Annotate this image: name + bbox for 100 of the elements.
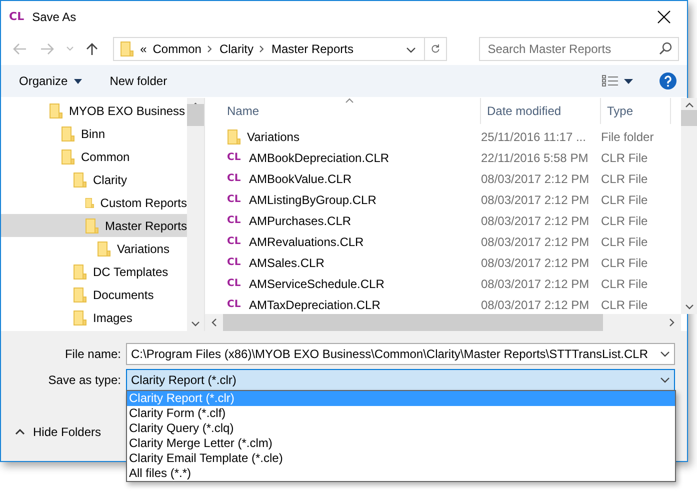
column-header[interactable]: Name (221, 98, 481, 124)
app-logo: CL (9, 10, 24, 23)
chevron-left-icon (211, 318, 217, 327)
folder-tree-item[interactable]: Common (1, 145, 187, 168)
file-type-option[interactable]: Clarity Email Template (*.cle) (127, 451, 675, 466)
file-name[interactable]: AMBookDepreciation.CLR (249, 150, 390, 164)
file-name[interactable]: AMTaxDepreciation.CLR (249, 298, 380, 312)
refresh-icon (430, 42, 440, 55)
caret-icon (624, 78, 633, 84)
column-header[interactable]: Type (601, 98, 671, 124)
folder-icon (49, 102, 63, 118)
new-folder-button[interactable]: New folder (104, 70, 174, 92)
folder-icon (73, 264, 87, 280)
file-type: CLR File (601, 276, 649, 290)
chevron-right-icon (207, 44, 214, 52)
file-type: CLR File (601, 298, 649, 312)
folder-tree-item[interactable]: MYOB EXO Business (1, 99, 187, 122)
breadcrumb[interactable]: Common (152, 42, 202, 56)
chevron-down-icon (660, 377, 670, 383)
file-type: CLR File (601, 150, 649, 164)
file-type: File folder (601, 130, 655, 144)
scrollbar-thumb[interactable] (223, 314, 603, 331)
list-view-icon (602, 75, 618, 87)
folder-tree-item[interactable]: Master Reports (1, 214, 187, 237)
file-name[interactable]: AMListingByGroup.CLR (249, 192, 376, 206)
chevron-down-icon (191, 321, 200, 327)
file-type: CLR File (601, 214, 649, 228)
arrow-up-icon (86, 42, 98, 56)
file-type-option[interactable]: All files (*.*) (127, 466, 675, 481)
file-name-label: File name: (64, 347, 121, 361)
scrollbar-thumb[interactable] (187, 104, 204, 126)
date-modified: 08/03/2017 2:12 PM (481, 172, 590, 186)
folder-tree-item[interactable]: Documents (1, 283, 187, 306)
folder-tree-item[interactable]: Custom Reports (1, 191, 187, 214)
folder-icon (97, 240, 111, 256)
scrollbar[interactable] (187, 98, 204, 331)
file-type-option[interactable]: Clarity Merge Letter (*.clm) (127, 436, 675, 451)
chevron-down-icon (406, 46, 416, 52)
arrow-left-icon (12, 42, 27, 54)
file-type: CLR File (601, 256, 649, 270)
file-name[interactable]: Variations (247, 130, 300, 144)
file-type-icon: CL (227, 278, 243, 289)
folder-icon (120, 40, 134, 56)
date-modified: 25/11/2016 11:17 ... (481, 130, 587, 144)
file-name[interactable]: AMServiceSchedule.CLR (249, 276, 384, 290)
file-type-option[interactable]: Clarity Form (*.clf) (127, 406, 675, 421)
window-title: Save As (32, 10, 78, 24)
chevron-up-icon (685, 102, 694, 108)
file-type-option[interactable]: Clarity Query (*.clq) (127, 421, 675, 436)
folder-tree-item[interactable]: Variations (1, 237, 187, 260)
scrollbar[interactable] (205, 314, 681, 331)
sort-caret-icon (345, 98, 354, 103)
file-name-field[interactable]: C:\Program Files (x86)\MYOB EXO Business\Common\Clarity\Master Reports\STTTransList.CLR (126, 343, 675, 365)
folder-tree-item[interactable]: Binn (1, 122, 187, 145)
folder-icon (227, 129, 241, 145)
breadcrumb[interactable]: Clarity (219, 42, 254, 56)
folder-tree-item[interactable]: Clarity (1, 168, 187, 191)
chevron-up-icon (15, 429, 25, 435)
file-type-icon: CL (227, 152, 243, 163)
file-type: CLR File (601, 234, 649, 248)
folder-icon (85, 218, 99, 234)
chevron-down-icon (660, 351, 670, 357)
scrollbar-thumb[interactable] (681, 110, 697, 126)
file-type-icon: CL (227, 194, 243, 205)
folder-icon (61, 148, 75, 164)
folder-icon (61, 126, 75, 142)
file-type-icon: CL (227, 173, 243, 184)
save-as-type-label: Save as type: (47, 373, 121, 387)
date-modified: 08/03/2017 2:12 PM (481, 276, 590, 290)
folder-tree-item[interactable]: DC Templates (1, 260, 187, 283)
chevron-down-icon (66, 46, 74, 51)
file-type: CLR File (601, 192, 649, 206)
file-name[interactable]: AMSales.CLR (249, 256, 324, 270)
breadcrumb-overflow[interactable]: « (140, 42, 147, 56)
date-modified: 22/11/2016 5:58 PM (481, 150, 590, 164)
date-modified: 08/03/2017 2:12 PM (481, 214, 590, 228)
search-icon (658, 42, 672, 55)
file-name[interactable]: AMPurchases.CLR (249, 214, 352, 228)
date-modified: 08/03/2017 2:12 PM (481, 234, 590, 248)
help-icon[interactable] (659, 72, 677, 90)
folder-icon (73, 172, 87, 188)
column-header[interactable]: Date modified (481, 98, 601, 124)
folder-tree-item[interactable]: Images (1, 306, 187, 329)
date-modified: 08/03/2017 2:12 PM (481, 192, 590, 206)
file-name[interactable]: AMBookValue.CLR (249, 172, 352, 186)
file-name[interactable]: AMRevaluations.CLR (249, 234, 364, 248)
save-as-type-dropdown[interactable]: Clarity Report (*.clr) (126, 369, 675, 391)
file-name-input[interactable]: C:\Program Files (x86)\MYOB EXO Business\Common\Clarity\Master Reports\STTTransList.CLR (131, 347, 660, 361)
folder-icon (73, 310, 87, 326)
organize-button[interactable]: Organize (13, 70, 88, 92)
date-modified: 08/03/2017 2:12 PM (481, 298, 590, 312)
file-type-icon: CL (227, 215, 243, 226)
date-modified: 08/03/2017 2:12 PM (481, 256, 590, 270)
address-bar[interactable]: « Common Clarity Master Reports (113, 36, 447, 60)
file-type-icon: CL (227, 299, 243, 310)
hide-folders-button[interactable]: Hide Folders (1, 425, 102, 439)
search-field[interactable]: Search Master Reports (478, 36, 679, 60)
scrollbar[interactable] (681, 98, 697, 314)
breadcrumb[interactable]: Master Reports (271, 42, 354, 56)
file-type: CLR File (601, 172, 649, 186)
